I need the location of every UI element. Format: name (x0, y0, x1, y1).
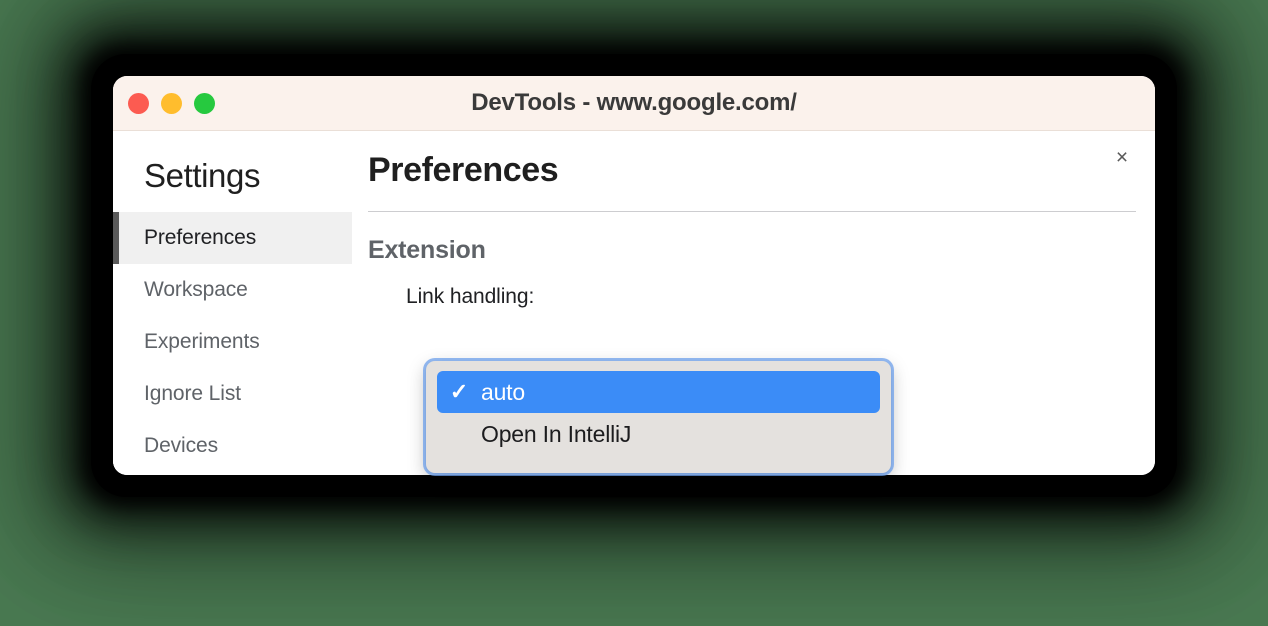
sidebar-item-label: Devices (144, 434, 218, 457)
sidebar-item-preferences[interactable]: Preferences (113, 212, 352, 264)
sidebar-heading: Settings (144, 157, 261, 194)
link-handling-dropdown-popup[interactable]: ✓ auto Open In IntelliJ (426, 361, 891, 473)
link-handling-label: Link handling: (406, 285, 535, 308)
close-window-button[interactable] (128, 93, 149, 114)
traffic-lights-group (128, 76, 215, 131)
dropdown-option-label: auto (481, 378, 525, 405)
sidebar-item-ignore-list[interactable]: Ignore List (113, 368, 352, 420)
checkmark-icon: ✓ (449, 379, 469, 404)
sidebar-nav-list: Preferences Workspace Experiments Ignore… (113, 212, 352, 472)
sidebar-item-experiments[interactable]: Experiments (113, 316, 352, 368)
sidebar-item-label: Preferences (144, 226, 257, 249)
page-title: Preferences (368, 151, 559, 189)
sidebar-item-label: Ignore List (144, 382, 241, 405)
sidebar-item-devices[interactable]: Devices (113, 420, 352, 472)
minimize-window-button[interactable] (161, 93, 182, 114)
dropdown-option-label: Open In IntelliJ (481, 420, 632, 447)
window-title: DevTools - www.google.com/ (471, 89, 797, 116)
dropdown-option-auto[interactable]: ✓ auto (437, 371, 880, 413)
sidebar-item-workspace[interactable]: Workspace (113, 264, 352, 316)
zoom-window-button[interactable] (194, 93, 215, 114)
window-titlebar: DevTools - www.google.com/ (113, 76, 1155, 131)
title-divider (368, 211, 1136, 212)
sidebar-item-label: Workspace (144, 278, 248, 301)
dropdown-option-open-in-intellij[interactable]: Open In IntelliJ (437, 413, 880, 455)
sidebar-item-label: Experiments (144, 330, 260, 353)
settings-sidebar: Settings Preferences Workspace Experimen… (113, 131, 352, 475)
checkmark-icon-placeholder (437, 421, 481, 447)
link-handling-field: Link handling: auto Open In IntelliJ (368, 285, 1136, 348)
section-heading-extension: Extension (368, 236, 486, 264)
